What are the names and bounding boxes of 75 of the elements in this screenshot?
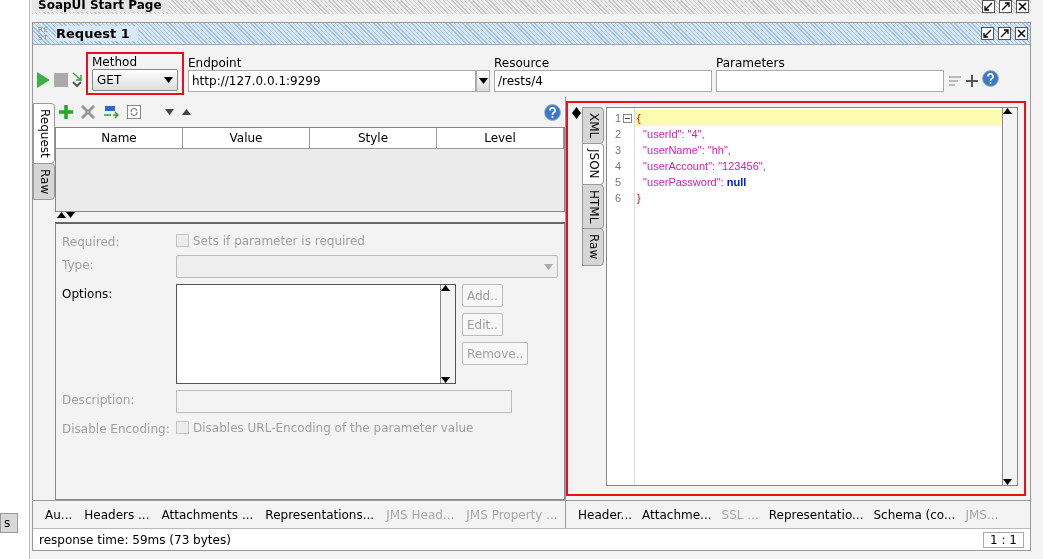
checkbox-label: Sets if parameter is required [193, 233, 365, 248]
play-icon[interactable] [37, 72, 50, 88]
field-label: Endpoint [188, 56, 243, 70]
bottom-tab[interactable]: Au... [45, 507, 73, 522]
bottom-tab[interactable]: Headers ... [84, 507, 150, 522]
caret-icon[interactable] [164, 77, 173, 83]
bottom-tab[interactable]: Schema (co... [873, 507, 956, 522]
endpoint-field[interactable]: http://127.0.0.1:9299 [188, 70, 476, 92]
scrollbar[interactable] [440, 285, 455, 383]
code-line: "userPassword": null [642, 175, 748, 190]
refresh-icon[interactable] [127, 105, 141, 119]
bottom-tab[interactable]: Attachme... [642, 507, 712, 522]
side-tab[interactable]: Request [33, 103, 55, 164]
maximize-icon[interactable] [999, 0, 1012, 13]
close-icon[interactable] [1016, 0, 1029, 13]
fold-icon[interactable] [623, 114, 632, 123]
resource-field[interactable]: /rests/4 [494, 70, 712, 92]
expand-icon[interactable] [571, 113, 581, 119]
line-number: 1 [614, 111, 621, 126]
cursor-position: 1 : 1 [983, 531, 1024, 548]
options-list[interactable] [176, 284, 456, 384]
line-number: 5 [614, 175, 621, 190]
code-line: "userAccount": "123456", [642, 159, 767, 174]
line-number: 2 [614, 127, 621, 142]
line-number: 3 [614, 143, 621, 158]
form-label: Required: [62, 234, 121, 249]
caret-icon[interactable] [441, 377, 450, 383]
side-tab[interactable]: JSON [582, 143, 604, 185]
chevron-down-icon[interactable] [165, 109, 174, 115]
form-label: Options: [62, 286, 114, 303]
dropdown-button[interactable] [476, 70, 490, 92]
code-line: "userId": "4", [642, 127, 706, 142]
add-icon[interactable] [59, 105, 73, 119]
bottom-tab[interactable]: Header... [578, 507, 633, 522]
add-icon[interactable] [966, 75, 978, 87]
help-icon[interactable] [544, 103, 561, 121]
side-tab[interactable]: Raw [582, 228, 604, 266]
caret-icon[interactable] [478, 78, 488, 84]
caret-icon[interactable] [1003, 479, 1012, 485]
side-tab[interactable]: Raw [33, 162, 55, 200]
tab-title[interactable]: SoapUI Start Page [32, 0, 168, 12]
form-label: Description: [62, 392, 136, 409]
code-line: "userName": "hh", [642, 143, 732, 158]
collapse-icon[interactable] [571, 107, 581, 113]
maximize-icon[interactable] [998, 27, 1011, 40]
bottom-tab[interactable]: Representatio... [768, 507, 864, 522]
checkbox-label: Disables URL-Encoding of the parameter value [193, 420, 474, 435]
help-icon[interactable] [982, 70, 999, 87]
restore-icon[interactable] [981, 27, 994, 40]
side-tab[interactable]: HTML [582, 183, 604, 230]
field-label: Resource [494, 56, 551, 70]
scrollbar[interactable] [1002, 108, 1017, 485]
line-number: 6 [614, 191, 621, 206]
close-icon[interactable] [1015, 27, 1028, 40]
field-label: Method [92, 55, 138, 69]
form-label: Type: [62, 257, 95, 274]
panel-tab[interactable]: s [0, 513, 18, 533]
bottom-tab[interactable]: Attachments ... [161, 507, 254, 522]
form-label: Disable Encoding: [62, 421, 171, 436]
code-line: } [636, 191, 642, 206]
caret-icon[interactable] [1003, 108, 1012, 114]
restore-icon[interactable] [982, 0, 995, 13]
chevron-up-icon[interactable] [182, 109, 191, 115]
url-icon[interactable] [103, 105, 119, 119]
caret-icon[interactable] [441, 285, 450, 291]
side-tab[interactable]: XML [582, 107, 604, 145]
request-title: Request 1 [56, 26, 138, 41]
status-text: response time: 59ms (73 bytes) [39, 532, 231, 547]
method-dropdown[interactable]: GET [92, 69, 178, 91]
delete-icon[interactable] [81, 105, 95, 119]
arrows-icon[interactable] [72, 72, 82, 88]
parameters-field[interactable] [716, 70, 944, 92]
bottom-tab[interactable]: Representations... [265, 507, 375, 522]
line-number: 4 [614, 159, 621, 174]
field-label: Parameters [716, 56, 786, 70]
